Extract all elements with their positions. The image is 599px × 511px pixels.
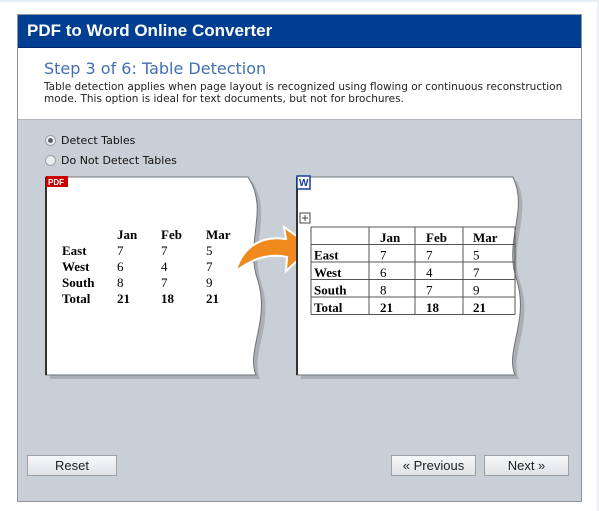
- step-description: Table detection applies when page layout…: [44, 81, 563, 105]
- table-cell: 8: [117, 275, 124, 290]
- table-cell: South: [314, 283, 347, 298]
- table-cell: 18: [161, 291, 175, 306]
- table-cell: 7: [117, 243, 124, 258]
- table-cell: 9: [473, 283, 480, 298]
- radio-button[interactable]: [45, 154, 56, 166]
- step-header: Step 3 of 6: Table Detection Table detec…: [18, 48, 581, 120]
- table-cell: 7: [426, 283, 433, 298]
- table-cell: 4: [161, 259, 168, 274]
- step-title: Step 3 of 6: Table Detection: [44, 59, 267, 78]
- table-cell: 6: [117, 259, 124, 274]
- table-cell: Total: [314, 300, 343, 315]
- table-cell: Total: [62, 291, 91, 306]
- table-cell: 7: [473, 265, 480, 280]
- next-button[interactable]: Next »: [484, 455, 569, 476]
- table-cell: South: [62, 275, 95, 290]
- table-cell: East: [314, 248, 339, 263]
- top-edge-line: [0, 0, 599, 2]
- table-cell: West: [62, 259, 90, 274]
- table-cell: 7: [206, 259, 213, 274]
- table-header-cell: Feb: [426, 230, 447, 245]
- table-cell: East: [62, 243, 87, 258]
- word-badge-label: W: [299, 178, 309, 189]
- table-header-cell: Mar: [206, 227, 231, 242]
- table-header-cell: Mar: [473, 230, 498, 245]
- table-cell: 5: [473, 248, 480, 263]
- table-cell: 8: [380, 283, 387, 298]
- option-label: Do Not Detect Tables: [61, 153, 177, 167]
- table-header-cell: Feb: [161, 227, 182, 242]
- table-cell: 6: [380, 265, 387, 280]
- radio-button[interactable]: [45, 134, 56, 146]
- option-detect-tables[interactable]: Detect Tables: [45, 132, 135, 148]
- table-cell: 21: [206, 291, 219, 306]
- option-do-not-detect-tables[interactable]: Do Not Detect Tables: [45, 152, 177, 168]
- previous-button[interactable]: « Previous: [391, 455, 476, 476]
- table-cell: 5: [206, 243, 213, 258]
- table-cell: 9: [206, 275, 213, 290]
- table-header-cell: Jan: [117, 227, 138, 242]
- table-cell: 7: [426, 248, 433, 263]
- table-cell: West: [314, 265, 342, 280]
- table-header-cell: Jan: [380, 230, 401, 245]
- converter-dialog: PDF to Word Online Converter Step 3 of 6…: [17, 14, 582, 502]
- table-cell: 21: [473, 300, 486, 315]
- word-page-illustration: W Jan Feb Mar East 7 7 5 West 6 4 7 South 8 7 9 Total 21…: [296, 175, 525, 379]
- title-bar: PDF to Word Online Converter: [18, 15, 581, 48]
- table-cell: 21: [117, 291, 130, 306]
- table-cell: 21: [380, 300, 393, 315]
- option-label: Detect Tables: [61, 133, 136, 147]
- window-title: PDF to Word Online Converter: [27, 21, 273, 40]
- table-cell: 7: [161, 275, 168, 290]
- table-cell: 18: [426, 300, 440, 315]
- table-cell: 7: [161, 243, 168, 258]
- reset-button[interactable]: Reset: [27, 455, 117, 476]
- table-cell: 7: [380, 248, 387, 263]
- table-cell: 4: [426, 265, 433, 280]
- pdf-badge-label: PDF: [48, 178, 64, 187]
